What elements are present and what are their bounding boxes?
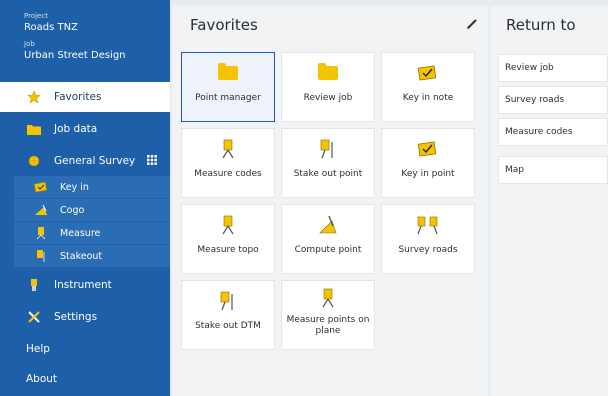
measure-icon — [34, 226, 48, 240]
tile-label: Survey roads — [398, 245, 458, 255]
settings-icon — [26, 309, 42, 325]
cogo-icon — [317, 205, 339, 245]
return-to-title: Return to — [506, 16, 576, 34]
cogo-icon — [34, 203, 48, 217]
sidebar-item-label: Favorites — [54, 91, 102, 103]
tile-label: Key in note — [402, 93, 454, 103]
grid-icon[interactable] — [147, 154, 158, 168]
tile-stake-out-dtm[interactable]: Stake out DTM — [181, 280, 275, 350]
tile-label: Key in point — [401, 169, 455, 179]
key-in-icon — [34, 180, 48, 194]
sidebar-subitem-key-in[interactable]: Key in — [14, 176, 170, 198]
sidebar-subitem-label: Measure — [60, 227, 101, 239]
sidebar-item-help[interactable]: Help — [0, 334, 170, 364]
sidebar-item-about[interactable]: About — [0, 364, 170, 394]
tile-label: Measure topo — [197, 245, 259, 255]
tile-compute-point[interactable]: Compute point — [281, 204, 375, 274]
job-value: Urban Street Design — [24, 50, 126, 61]
favorites-panel: Favorites Point manager Review job Key i… — [172, 6, 488, 396]
tile-point-manager[interactable]: Point manager — [181, 52, 275, 122]
tile-label: Measure codes — [194, 169, 262, 179]
tile-measure-codes[interactable]: Measure codes — [181, 128, 275, 198]
tile-review-job[interactable]: Review job — [281, 52, 375, 122]
measure-icon — [220, 129, 236, 169]
sidebar-item-general-survey[interactable]: General Survey — [0, 146, 170, 176]
project-value: Roads TNZ — [24, 22, 78, 33]
folder-icon — [218, 53, 238, 93]
sidebar-item-label: Job data — [54, 123, 98, 135]
stakeout-icon — [34, 249, 48, 263]
sidebar-item-instrument[interactable]: Instrument — [0, 270, 170, 300]
tile-label: Review job — [303, 93, 353, 103]
tile-stake-out-point[interactable]: Stake out point — [281, 128, 375, 198]
sidebar-item-label: Help — [26, 343, 50, 355]
sidebar-item-job-data[interactable]: Job data — [0, 114, 170, 144]
folder-icon — [26, 121, 42, 137]
return-to-panel: Return to Review job Survey roads Measur… — [490, 6, 608, 396]
sidebar-item-label: General Survey — [54, 155, 136, 167]
return-to-item[interactable]: Map — [498, 156, 608, 184]
stakeout-icon — [319, 129, 337, 169]
sidebar-subitem-label: Cogo — [60, 204, 85, 216]
edit-icon[interactable] — [466, 18, 478, 33]
roads-icon — [415, 205, 441, 245]
tile-key-in-point[interactable]: Key in point — [381, 128, 475, 198]
tile-survey-roads[interactable]: Survey roads — [381, 204, 475, 274]
sidebar-item-label: About — [26, 373, 58, 385]
tile-label: Compute point — [294, 245, 362, 255]
stakeout-icon — [219, 281, 237, 321]
sidebar-subitem-stakeout[interactable]: Stakeout — [14, 245, 170, 267]
tile-key-in-note[interactable]: Key in note — [381, 52, 475, 122]
tile-label: Stake out DTM — [195, 321, 261, 331]
sidebar-subitem-label: Key in — [60, 181, 89, 193]
globe-icon — [26, 153, 42, 169]
tile-measure-topo[interactable]: Measure topo — [181, 204, 275, 274]
sidebar-item-label: Settings — [54, 311, 98, 323]
measure-icon — [320, 281, 336, 315]
measure-icon — [220, 205, 236, 245]
return-to-item[interactable]: Survey roads — [498, 86, 608, 114]
job-label: Job — [24, 40, 35, 48]
project-info: Project Roads TNZ Job Urban Street Desig… — [0, 0, 170, 78]
favorites-title: Favorites — [190, 16, 258, 34]
tile-measure-points-on-plane[interactable]: Measure points on plane — [281, 280, 375, 350]
sidebar-item-settings[interactable]: Settings — [0, 302, 170, 332]
return-to-item[interactable]: Measure codes — [498, 118, 608, 146]
note-icon — [417, 53, 439, 93]
return-to-item[interactable]: Review job — [498, 54, 608, 82]
sidebar-subitem-measure[interactable]: Measure — [14, 222, 170, 244]
star-icon — [26, 89, 42, 105]
sidebar: Project Roads TNZ Job Urban Street Desig… — [0, 0, 170, 396]
instrument-icon — [26, 277, 42, 293]
project-label: Project — [24, 12, 48, 20]
note-icon — [417, 129, 439, 169]
sidebar-item-label: Instrument — [54, 279, 112, 291]
sidebar-subitem-cogo[interactable]: Cogo — [14, 199, 170, 221]
sidebar-subitem-label: Stakeout — [60, 250, 103, 262]
sidebar-item-favorites[interactable]: Favorites — [0, 82, 170, 112]
folder-icon — [318, 53, 338, 93]
tile-label: Point manager — [195, 93, 261, 103]
tile-label: Measure points on plane — [286, 315, 370, 336]
tile-label: Stake out point — [293, 169, 363, 179]
